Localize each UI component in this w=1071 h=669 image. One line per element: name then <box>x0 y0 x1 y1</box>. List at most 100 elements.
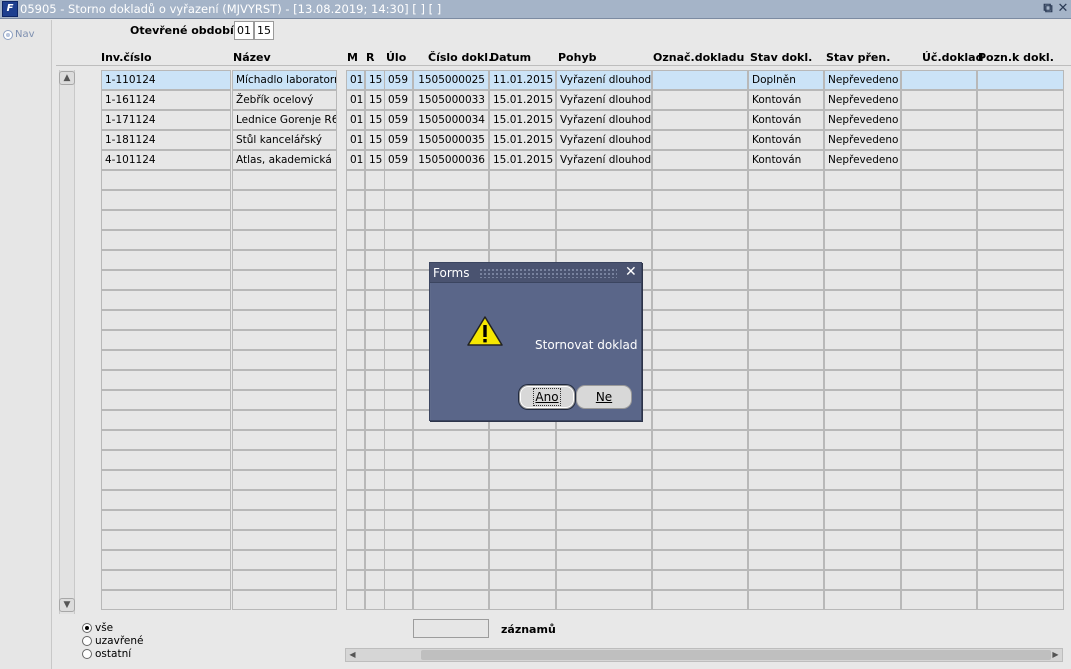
cell-nazev[interactable] <box>232 310 337 330</box>
cell-inv-cislo[interactable] <box>101 390 231 410</box>
filter-option-uzavrene[interactable]: uzavřené <box>82 634 143 647</box>
cell-cislo-dokl[interactable] <box>413 430 489 450</box>
cell-nazev[interactable] <box>232 550 337 570</box>
cell-inv-cislo[interactable] <box>101 550 231 570</box>
cell-nazev[interactable] <box>232 390 337 410</box>
cell-stav-dokl[interactable] <box>748 310 824 330</box>
cell-oznac-dokladu[interactable] <box>652 190 748 210</box>
cell-datum[interactable] <box>489 490 556 510</box>
cell-inv-cislo[interactable] <box>101 470 231 490</box>
cell-pozn-k-dokl[interactable] <box>977 330 1064 350</box>
cell-stav-dokl[interactable] <box>748 330 824 350</box>
cell-cislo-dokl[interactable]: 1505000035 <box>413 130 489 150</box>
cell-pohyb[interactable] <box>556 530 652 550</box>
cell-pozn-k-dokl[interactable] <box>977 230 1064 250</box>
no-button[interactable]: Ne <box>576 385 632 409</box>
table-row[interactable] <box>0 570 1071 590</box>
cell-oznac-dokladu[interactable] <box>652 210 748 230</box>
table-row[interactable]: 1-110124 Míchadlo laboratorní 01 15 059 15050… <box>0 70 1071 90</box>
cell-oznac-dokladu[interactable] <box>652 270 748 290</box>
cell-ulo[interactable] <box>384 390 413 410</box>
cell-datum[interactable]: 15.01.2015 0 <box>489 110 556 130</box>
cell-ulo[interactable] <box>384 330 413 350</box>
cell-uc-doklad[interactable] <box>901 490 977 510</box>
cell-uc-doklad[interactable] <box>901 170 977 190</box>
cell-cislo-dokl[interactable] <box>413 590 489 610</box>
cell-stav-dokl[interactable] <box>748 230 824 250</box>
cell-datum[interactable] <box>489 430 556 450</box>
cell-r[interactable] <box>365 430 385 450</box>
cell-nazev[interactable] <box>232 510 337 530</box>
cell-inv-cislo[interactable] <box>101 450 231 470</box>
cell-r[interactable] <box>365 410 385 430</box>
cell-pohyb[interactable] <box>556 470 652 490</box>
cell-m[interactable] <box>346 250 365 270</box>
cell-stav-dokl[interactable] <box>748 490 824 510</box>
cell-inv-cislo[interactable] <box>101 230 231 250</box>
cell-m[interactable] <box>346 450 365 470</box>
cell-datum[interactable]: 11.01.2015 1 <box>489 70 556 90</box>
cell-m[interactable] <box>346 270 365 290</box>
cell-inv-cislo[interactable] <box>101 170 231 190</box>
cell-pozn-k-dokl[interactable] <box>977 430 1064 450</box>
cell-pozn-k-dokl[interactable] <box>977 570 1064 590</box>
cell-m[interactable] <box>346 370 365 390</box>
table-row[interactable] <box>0 590 1071 610</box>
cell-ulo[interactable]: 059 <box>384 110 413 130</box>
cell-cislo-dokl[interactable] <box>413 510 489 530</box>
cell-oznac-dokladu[interactable] <box>652 170 748 190</box>
cell-r[interactable]: 15 <box>365 110 385 130</box>
cell-inv-cislo[interactable] <box>101 350 231 370</box>
cell-nazev[interactable] <box>232 230 337 250</box>
cell-stav-pren[interactable] <box>824 190 901 210</box>
cell-uc-doklad[interactable] <box>901 110 977 130</box>
cell-pohyb[interactable] <box>556 510 652 530</box>
cell-uc-doklad[interactable] <box>901 450 977 470</box>
cell-cislo-dokl[interactable] <box>413 530 489 550</box>
cell-r[interactable] <box>365 450 385 470</box>
cell-stav-pren[interactable]: Nepřevedeno <box>824 130 901 150</box>
cell-pohyb[interactable] <box>556 430 652 450</box>
cell-stav-dokl[interactable]: Doplněn <box>748 70 824 90</box>
cell-oznac-dokladu[interactable] <box>652 410 748 430</box>
cell-pozn-k-dokl[interactable] <box>977 550 1064 570</box>
cell-cislo-dokl[interactable] <box>413 210 489 230</box>
cell-stav-pren[interactable]: Nepřevedeno <box>824 70 901 90</box>
cell-datum[interactable] <box>489 550 556 570</box>
cell-stav-pren[interactable] <box>824 290 901 310</box>
cell-oznac-dokladu[interactable] <box>652 570 748 590</box>
cell-pohyb[interactable] <box>556 210 652 230</box>
scroll-left-icon[interactable]: ◀ <box>346 649 359 661</box>
table-row[interactable] <box>0 450 1071 470</box>
cell-m[interactable] <box>346 310 365 330</box>
cell-nazev[interactable] <box>232 210 337 230</box>
cell-ulo[interactable] <box>384 510 413 530</box>
cell-ulo[interactable] <box>384 270 413 290</box>
cell-pozn-k-dokl[interactable] <box>977 470 1064 490</box>
cell-stav-dokl[interactable]: Kontován <box>748 130 824 150</box>
cell-pohyb[interactable] <box>556 230 652 250</box>
cell-stav-pren[interactable] <box>824 530 901 550</box>
cell-stav-pren[interactable] <box>824 550 901 570</box>
cell-cislo-dokl[interactable] <box>413 170 489 190</box>
cell-stav-pren[interactable] <box>824 590 901 610</box>
cell-nazev[interactable]: Žebřík ocelový <box>232 90 337 110</box>
cell-ulo[interactable] <box>384 210 413 230</box>
cell-stav-pren[interactable]: Nepřevedeno <box>824 150 901 170</box>
dialog-title-bar[interactable]: Forms ✕ <box>430 263 641 283</box>
cell-pozn-k-dokl[interactable] <box>977 390 1064 410</box>
cell-datum[interactable] <box>489 170 556 190</box>
cell-nazev[interactable] <box>232 250 337 270</box>
cell-inv-cislo[interactable] <box>101 490 231 510</box>
cell-pohyb[interactable] <box>556 570 652 590</box>
cell-uc-doklad[interactable] <box>901 290 977 310</box>
cell-pozn-k-dokl[interactable] <box>977 250 1064 270</box>
dialog-close-icon[interactable]: ✕ <box>625 264 637 280</box>
cell-stav-dokl[interactable] <box>748 190 824 210</box>
cell-uc-doklad[interactable] <box>901 470 977 490</box>
cell-inv-cislo[interactable] <box>101 190 231 210</box>
cell-stav-pren[interactable]: Nepřevedeno <box>824 90 901 110</box>
cell-oznac-dokladu[interactable] <box>652 490 748 510</box>
cell-oznac-dokladu[interactable] <box>652 290 748 310</box>
table-row[interactable]: 4-101124 Atlas, akademická lic 01 15 059 1505… <box>0 150 1071 170</box>
